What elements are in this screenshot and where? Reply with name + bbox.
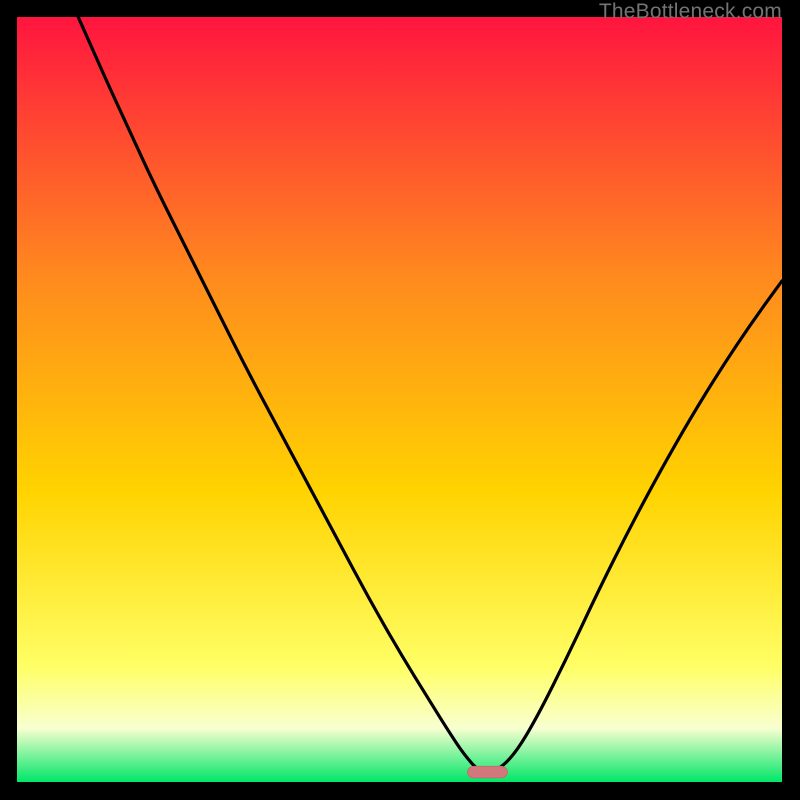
bottleneck-chart (17, 17, 782, 782)
optimal-point-marker (468, 766, 508, 777)
watermark-text: TheBottleneck.com (599, 0, 782, 24)
gradient-background (17, 17, 782, 782)
chart-frame (17, 17, 782, 782)
